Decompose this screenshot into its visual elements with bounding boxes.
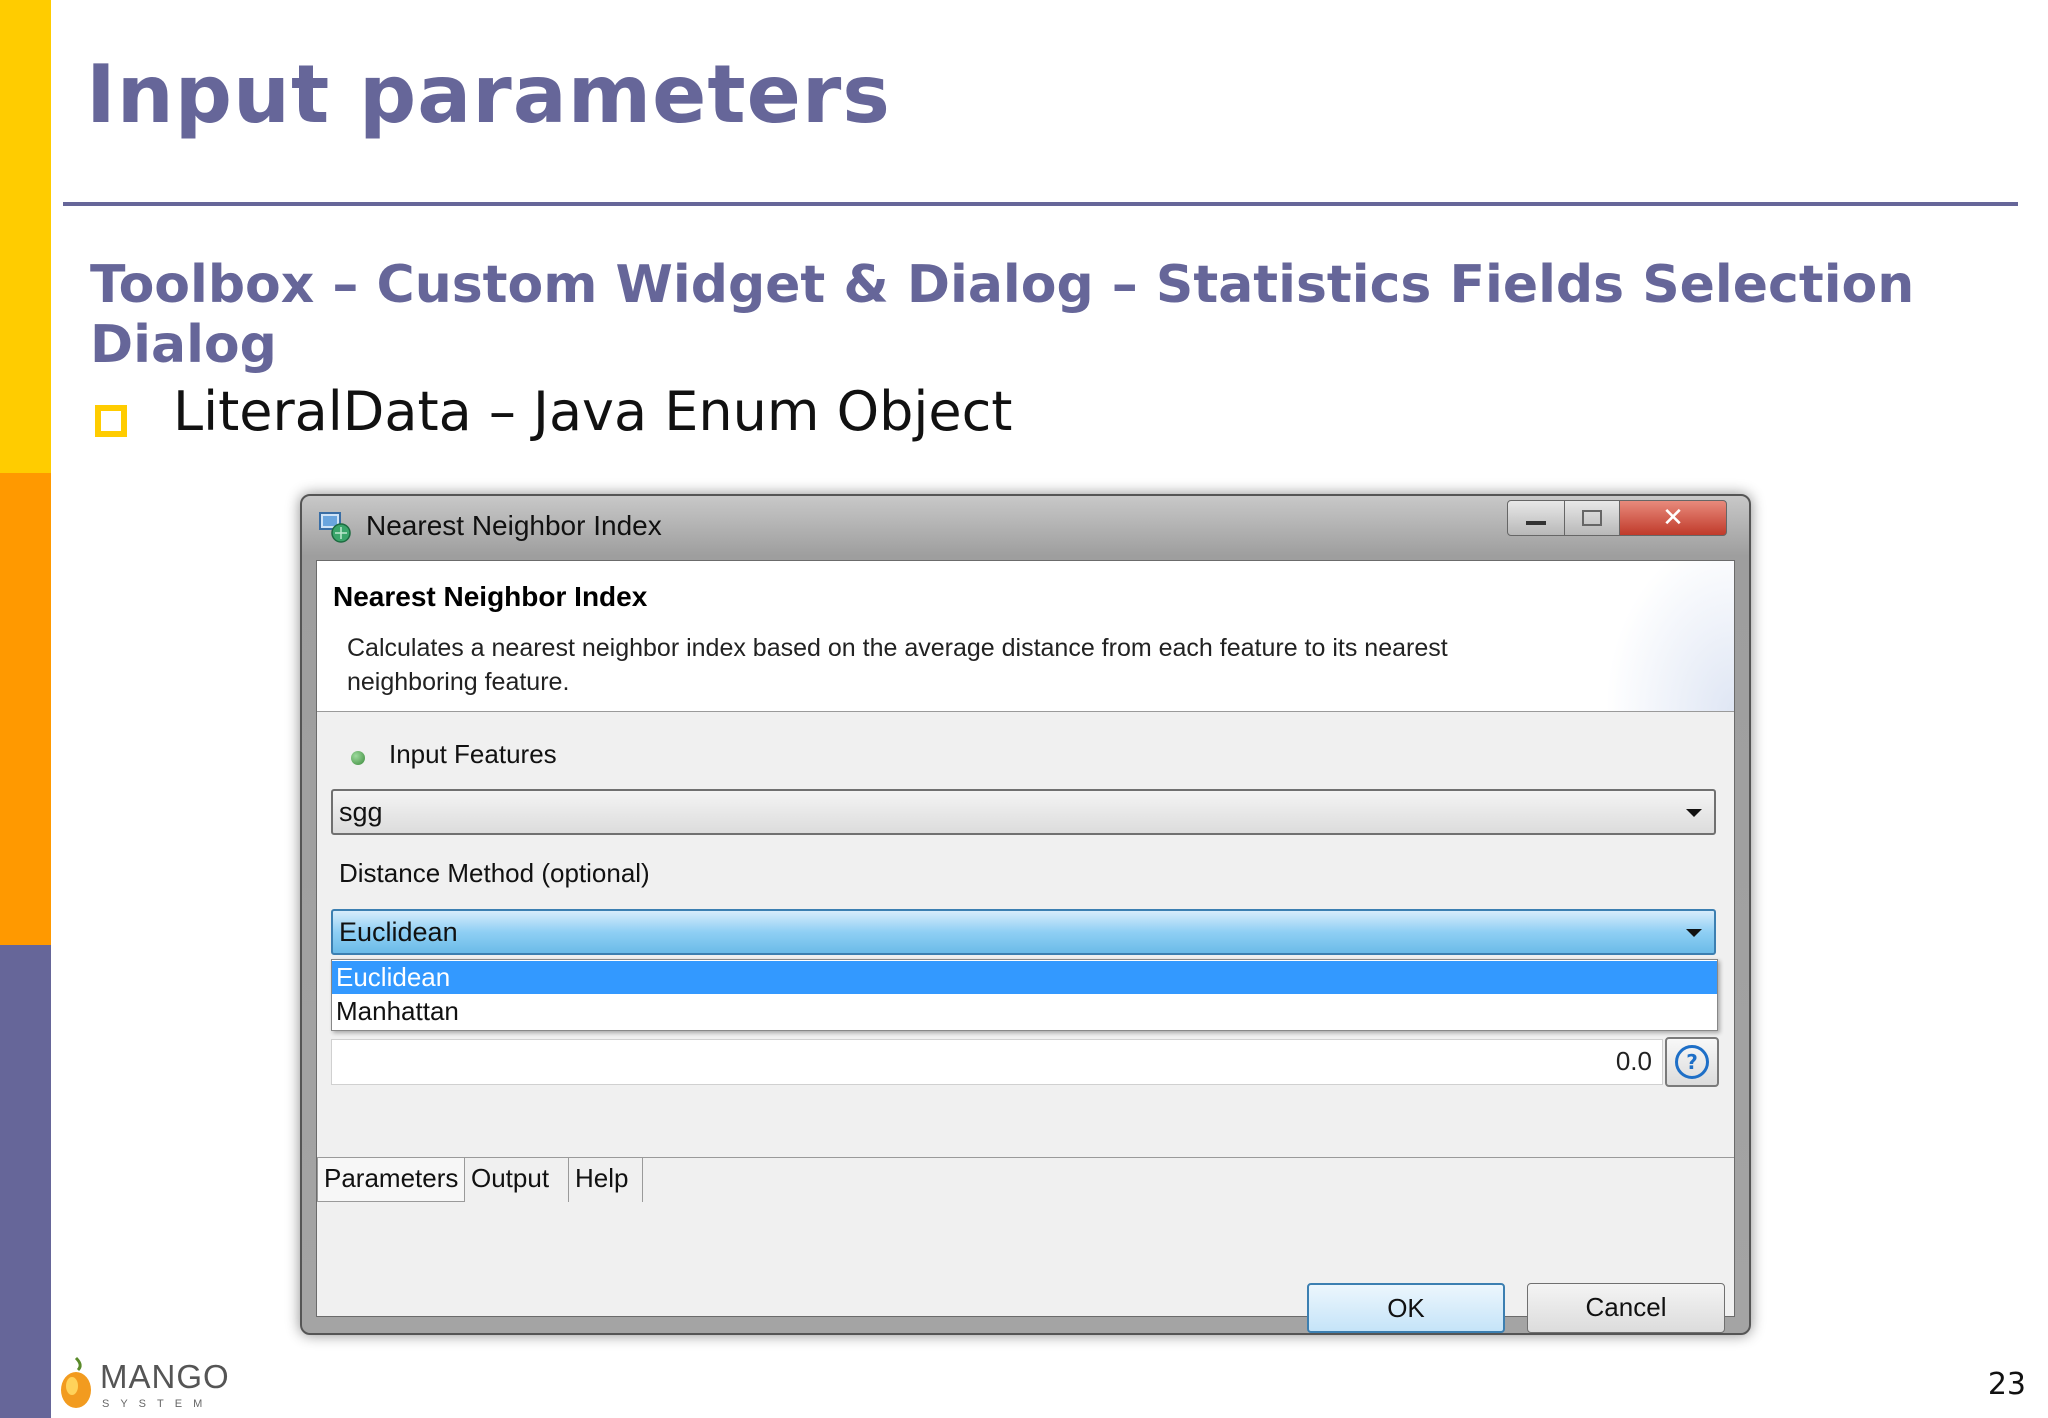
maximize-button[interactable]	[1564, 500, 1620, 536]
distance-method-value: Euclidean	[339, 917, 458, 947]
dialog-content: Nearest Neighbor Index Calculates a near…	[316, 560, 1735, 1333]
app-icon	[319, 512, 351, 543]
input-features-combo[interactable]: sgg	[331, 789, 1716, 835]
nearest-neighbor-dialog: Nearest Neighbor Index ✕ Nearest Neighbo…	[300, 494, 1751, 1335]
close-icon: ✕	[1662, 503, 1684, 533]
question-icon: ?	[1675, 1045, 1709, 1079]
mango-logo-icon	[61, 1356, 91, 1408]
chevron-down-icon	[1686, 809, 1702, 817]
dropdown-option-manhattan[interactable]: Manhattan	[332, 995, 1717, 1028]
ok-button[interactable]: OK	[1307, 1283, 1505, 1333]
page-number: 23	[1987, 1367, 2026, 1402]
slide-title: Input parameters	[86, 48, 891, 141]
accent-bar-purple	[0, 945, 51, 1418]
tab-output[interactable]: Output	[465, 1158, 569, 1202]
number-input-value: 0.0	[1615, 1046, 1652, 1076]
tab-parameters[interactable]: Parameters	[317, 1158, 465, 1202]
tab-help[interactable]: Help	[569, 1158, 643, 1202]
dialog-header: Nearest Neighbor Index Calculates a near…	[317, 561, 1734, 712]
input-features-label: Input Features	[389, 739, 557, 769]
number-input[interactable]: 0.0	[331, 1039, 1663, 1085]
bullet-text: LiteralData – Java Enum Object	[173, 380, 1013, 443]
window-title: Nearest Neighbor Index	[366, 510, 662, 541]
logo-subtext: SYSTEM	[102, 1398, 214, 1410]
bullet-square-icon	[95, 405, 127, 437]
dropdown-option-euclidean[interactable]: Euclidean	[332, 961, 1717, 994]
minimize-button[interactable]	[1507, 500, 1565, 536]
input-features-value: sgg	[339, 797, 383, 827]
slide-subtitle: Toolbox – Custom Widget & Dialog – Stati…	[90, 255, 1915, 375]
close-button[interactable]: ✕	[1619, 500, 1727, 536]
accent-bar-orange	[0, 473, 51, 945]
cancel-button[interactable]: Cancel	[1527, 1283, 1725, 1333]
required-indicator-icon	[351, 751, 365, 765]
logo-wordmark: MANGO	[100, 1358, 230, 1395]
accent-bar-yellow	[0, 0, 51, 473]
help-button[interactable]: ?	[1665, 1037, 1719, 1087]
distance-method-dropdown: Euclidean Manhattan	[331, 959, 1718, 1031]
window-titlebar[interactable]: Nearest Neighbor Index ✕	[302, 496, 1749, 554]
dialog-header-title: Nearest Neighbor Index	[333, 581, 648, 612]
title-divider	[63, 202, 2018, 206]
mango-system-logo: MANGO SYSTEM	[58, 1352, 238, 1414]
dialog-description: Calculates a nearest neighbor index base…	[347, 634, 1448, 696]
maximize-icon	[1582, 510, 1602, 526]
minimize-icon	[1526, 521, 1546, 525]
distance-method-label: Distance Method (optional)	[339, 858, 650, 888]
chevron-down-icon	[1686, 929, 1702, 937]
distance-method-combo[interactable]: Euclidean	[331, 909, 1716, 955]
